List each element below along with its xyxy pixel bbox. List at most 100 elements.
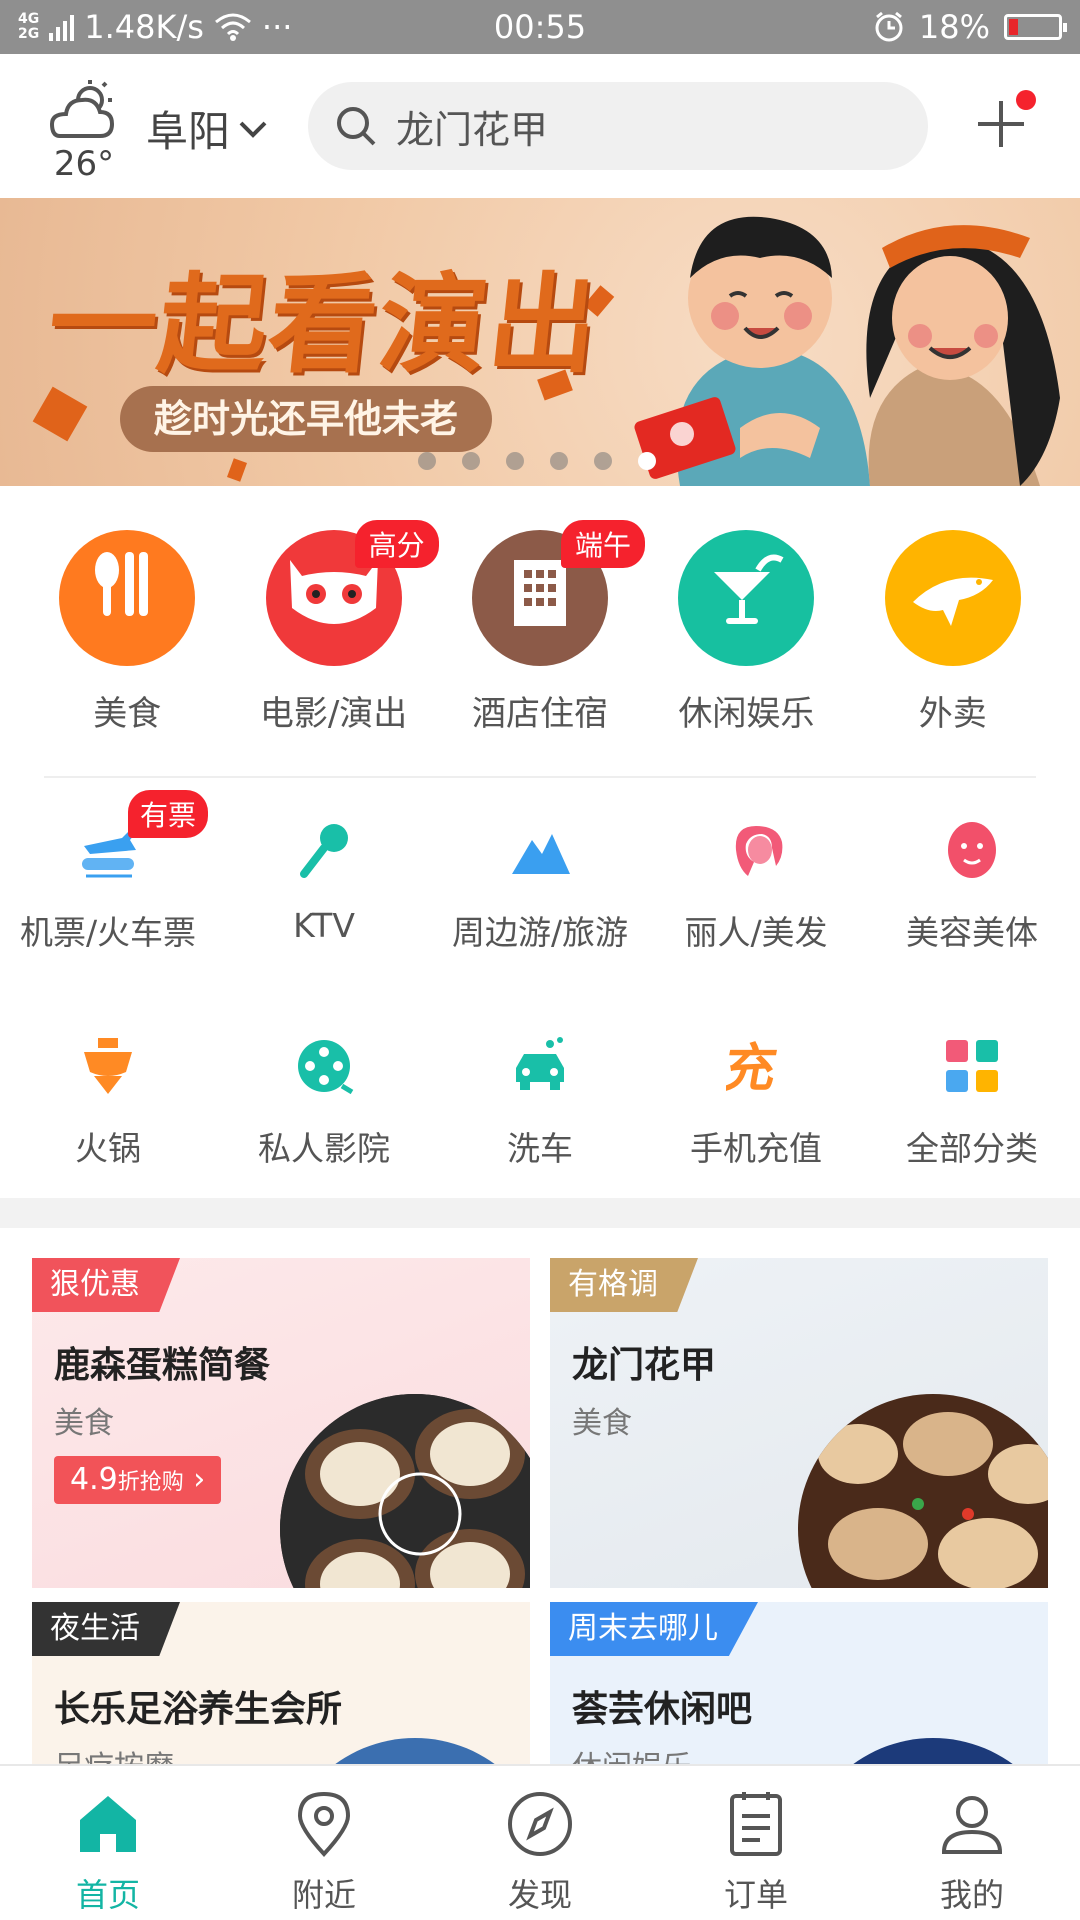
card-tag: 周末去哪儿 — [550, 1602, 758, 1656]
city-selector[interactable]: 阜阳 — [146, 98, 268, 159]
nav-mine[interactable]: 我的 — [864, 1766, 1080, 1920]
category-label: 机票/火车票 — [19, 913, 197, 952]
cocktail-glass-icon — [714, 554, 784, 624]
category-icon-circle — [884, 530, 1021, 666]
nav-discover[interactable]: 发现 — [432, 1766, 648, 1920]
order-list-icon — [730, 1792, 782, 1856]
category-hotpot[interactable]: 火锅 — [0, 1006, 216, 1170]
top-header: 26° 阜阳 龙门花甲 — [0, 54, 1080, 198]
temperature: 26° — [53, 144, 115, 184]
pagination-dot[interactable] — [462, 452, 480, 470]
section-separator — [0, 1198, 1080, 1228]
grid-icon — [946, 1040, 998, 1092]
category-hotel-building[interactable]: 酒店住宿 端午 — [445, 520, 645, 740]
category-plane-train[interactable]: 机票/火车票 有票 — [0, 790, 216, 954]
nav-orders[interactable]: 订单 — [648, 1766, 864, 1920]
category-recharge[interactable]: 充 手机充值 — [648, 1006, 864, 1170]
card-title: 鹿森蛋糕简餐 — [54, 1345, 271, 1386]
battery-icon — [1004, 14, 1067, 40]
couple-illustration — [634, 216, 1060, 486]
category-label: 火锅 — [75, 1129, 141, 1168]
category-label: 丽人/美发 — [684, 913, 828, 952]
nav-label: 发现 — [507, 1876, 572, 1914]
category-label: 酒店住宿 — [471, 694, 608, 734]
category-microphone[interactable]: KTV — [216, 790, 432, 954]
bottom-navigation: 首页 附近 发现 订单 我的 — [0, 1764, 1080, 1920]
pagination-dot[interactable] — [506, 452, 524, 470]
nav-label: 订单 — [723, 1876, 788, 1914]
add-button[interactable] — [970, 90, 1036, 154]
pagination-dot[interactable] — [418, 452, 436, 470]
nav-home[interactable]: 首页 — [0, 1766, 216, 1920]
film-reel-icon — [298, 1040, 354, 1095]
card-tag: 有格调 — [550, 1258, 698, 1312]
status-bar: 4G 2G 1.48K/s ··· 00:55 18% — [0, 0, 1080, 54]
partly-cloudy-icon — [49, 80, 115, 138]
category-label: 电影/演出 — [259, 694, 408, 734]
category-icon-circle — [678, 530, 815, 666]
banner-title: 一起看演出 — [42, 263, 606, 388]
category-label: 手机充值 — [690, 1129, 822, 1168]
svg-text:充: 充 — [726, 1038, 782, 1096]
card-subtitle: 美食 — [54, 1406, 114, 1441]
category-label: 美食 — [93, 694, 162, 734]
city-name: 阜阳 — [146, 107, 231, 156]
category-mountain[interactable]: 周边游/旅游 — [432, 790, 648, 954]
nav-label: 首页 — [75, 1876, 140, 1914]
category-label: KTV — [293, 906, 355, 945]
battery-percent: 18% — [918, 8, 990, 46]
discount-value: 4.9 — [70, 1462, 118, 1497]
face-mask-icon — [948, 822, 996, 878]
category-fork-knife[interactable]: 美食 — [32, 530, 222, 740]
user-icon — [941, 1796, 1003, 1854]
category-label: 周边游/旅游 — [451, 913, 629, 952]
category-woman-hair[interactable]: 丽人/美发 — [648, 790, 864, 954]
recommend-card[interactable]: 有格调 龙门花甲 美食 — [550, 1258, 1048, 1588]
category-cocktail-glass[interactable]: 休闲娱乐 — [651, 530, 841, 740]
nav-label: 附近 — [291, 1876, 356, 1914]
card-tag: 夜生活 — [32, 1602, 180, 1656]
woman-hair-icon — [735, 826, 783, 876]
promo-banner[interactable]: 一起看演出 趁时光还早他未老 — [0, 198, 1080, 486]
battery-level — [1009, 19, 1018, 35]
secondary-categories: 机票/火车票 有票 KTV 周边游/旅游 丽人/美发 美容美体 火锅 私人影院 … — [0, 790, 1080, 1170]
banner-pagination — [418, 452, 656, 470]
category-label: 美容美体 — [906, 913, 1038, 952]
pagination-dot[interactable] — [638, 452, 656, 470]
pagination-dot[interactable] — [594, 452, 612, 470]
primary-categories: 美食 电影/演出 高分 酒店住宿 端午 休闲娱乐 外卖 — [0, 520, 1080, 740]
card-tag: 狠优惠 — [32, 1258, 180, 1312]
category-label: 外卖 — [918, 694, 987, 734]
nav-label: 我的 — [939, 1876, 1004, 1914]
recommend-card[interactable]: 狠优惠 鹿森蛋糕简餐 美食 4.9折抢购 › — [32, 1258, 530, 1588]
category-film-reel[interactable]: 私人影院 — [216, 1006, 432, 1170]
category-kangaroo[interactable]: 外卖 — [858, 530, 1048, 740]
nav-nearby[interactable]: 附近 — [216, 1766, 432, 1920]
notification-dot — [1016, 90, 1036, 110]
clams-image — [798, 1394, 1048, 1588]
category-face-mask[interactable]: 美容美体 — [864, 790, 1080, 954]
cake-roll-image — [280, 1394, 530, 1588]
discount-button[interactable]: 4.9折抢购 › — [54, 1456, 222, 1504]
search-input[interactable]: 龙门花甲 — [396, 99, 548, 154]
chevron-right-icon: › — [193, 1462, 206, 1497]
category-icon-circle — [59, 530, 196, 666]
search-bar[interactable]: 龙门花甲 — [308, 82, 928, 170]
card-title: 长乐足浴养生会所 — [54, 1689, 343, 1730]
weather-widget[interactable]: 26° — [44, 78, 124, 184]
category-label: 洗车 — [507, 1129, 573, 1168]
recharge-icon: 充 — [719, 1038, 782, 1099]
category-label: 私人影院 — [258, 1129, 390, 1168]
category-grid[interactable]: 全部分类 — [864, 1006, 1080, 1170]
category-car-wash[interactable]: 洗车 — [432, 1006, 648, 1170]
mountain-icon — [512, 834, 570, 874]
fork-knife-icon — [95, 552, 149, 616]
banner-subtitle: 趁时光还早他未老 — [120, 386, 493, 452]
kangaroo-icon — [912, 577, 993, 626]
pagination-dot[interactable] — [550, 452, 568, 470]
category-cat-face[interactable]: 电影/演出 高分 — [239, 520, 439, 740]
divider — [44, 776, 1036, 778]
home-icon — [80, 1796, 136, 1852]
category-badge: 端午 — [560, 520, 645, 568]
card-title: 荟芸休闲吧 — [572, 1689, 753, 1730]
